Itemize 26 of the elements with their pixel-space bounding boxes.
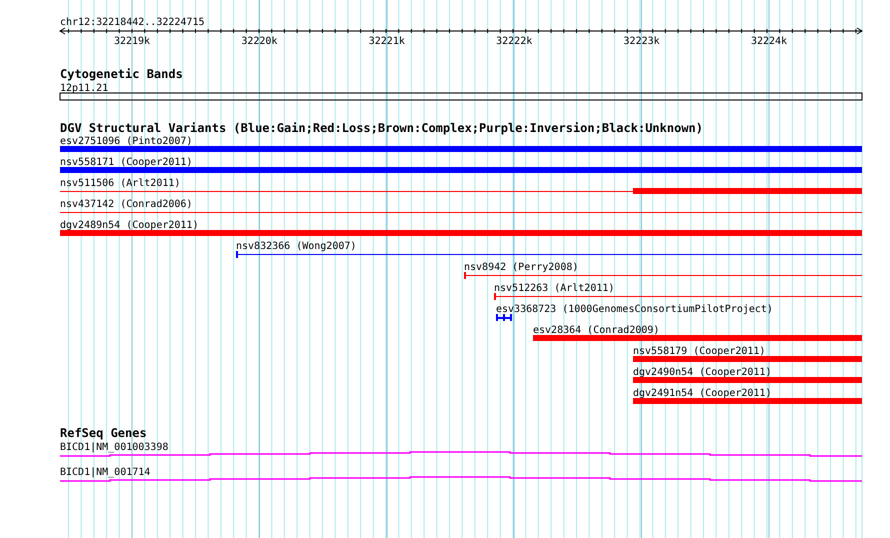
tick-label: 32222k — [496, 36, 532, 47]
tick-label: 32219k — [114, 36, 150, 47]
variant-label: nsv511506 (Arlt2011) — [60, 178, 180, 189]
variant-label: nsv832366 (Wong2007) — [236, 241, 356, 252]
gene-label: BICD1|NM_001003398 — [60, 442, 168, 453]
variant-label: nsv558171 (Cooper2011) — [60, 157, 192, 168]
variant-label: nsv558179 (Cooper2011) — [633, 346, 766, 357]
variant-label: esv2751096 (Pinto2007) — [60, 136, 192, 147]
variant-label: dgv2489n54 (Cooper2011) — [60, 220, 198, 231]
tick-label: 32220k — [241, 36, 278, 47]
variant-label: dgv2491n54 (Cooper2011) — [633, 388, 772, 399]
region-label: chr12:32218442..32224715 — [60, 17, 204, 28]
variant-label: nsv512263 (Arlt2011) — [494, 283, 614, 294]
track-title: RefSeq Genes — [60, 426, 147, 440]
tick-label: 32224k — [750, 36, 788, 47]
gene-label: BICD1|NM_001714 — [60, 467, 150, 478]
variant-label: esv28364 (Conrad2009) — [533, 325, 660, 336]
band-label: 12p11.21 — [60, 83, 108, 94]
variant-label: nsv437142 (Conrad2006) — [60, 199, 192, 210]
variant-label: dgv2490n54 (Cooper2011) — [633, 367, 772, 378]
variant-label: nsv8942 (Perry2008) — [464, 262, 578, 273]
variant-label: esv3368723 (1000GenomesConsortiumPilotProject) — [496, 304, 773, 315]
track-title: Cytogenetic Bands — [60, 67, 183, 81]
tick-label: 32221k — [368, 36, 405, 47]
tick-label: 32223k — [624, 36, 660, 47]
track-title: DGV Structural Variants (Blue:Gain;Red:Loss;Brown:Complex;Purple:Inversion;Black:Unknown) — [60, 121, 703, 135]
